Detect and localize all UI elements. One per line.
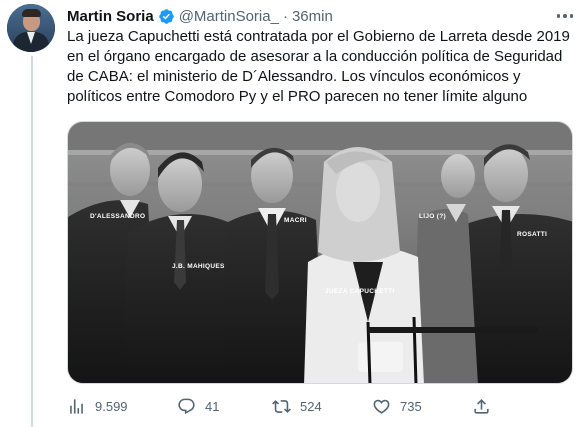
views-icon (70, 399, 83, 414)
tweet-time[interactable]: 36min (292, 8, 333, 25)
more-icon[interactable] (552, 8, 578, 24)
author-handle[interactable]: @MartinSoria_ (179, 8, 279, 25)
tweet-header: Martin Soria @MartinSoria_ · 36min (67, 6, 333, 26)
tweet-card[interactable]: Martin Soria @MartinSoria_ · 36min La ju… (0, 0, 588, 427)
reply-button[interactable]: 41 (177, 397, 219, 416)
label-rosatti: ROSATTI (517, 231, 547, 238)
retweet-button[interactable]: 524 (272, 397, 322, 416)
author-name[interactable]: Martin Soria (67, 8, 154, 25)
retweets-count: 524 (300, 399, 322, 414)
heart-icon (373, 399, 390, 414)
reply-icon (178, 398, 195, 415)
tweet-image[interactable]: D'ALESSANDRO J.B. MAHIQUES MACRI JUEZA C… (67, 121, 573, 384)
tweet-text: La jueza Capuchetti está contratada por … (67, 28, 570, 105)
like-button[interactable]: 735 (372, 397, 422, 416)
thread-line (31, 56, 33, 427)
label-dalessandro: D'ALESSANDRO (90, 213, 145, 220)
views-button[interactable]: 9.599 (67, 397, 128, 416)
separator-dot: · (282, 7, 288, 25)
views-count: 9.599 (95, 399, 128, 414)
likes-count: 735 (400, 399, 422, 414)
share-button[interactable] (472, 397, 491, 416)
tweet-actions: 9.599 41 524 735 (67, 397, 573, 419)
label-lijo: LIJO (?) (419, 213, 446, 220)
label-macri: MACRI (284, 217, 307, 224)
retweet-icon (272, 400, 291, 413)
verified-badge-icon (158, 8, 174, 24)
label-mahiques: J.B. MAHIQUES (172, 263, 225, 270)
avatar[interactable] (7, 4, 55, 52)
share-icon (474, 399, 489, 414)
label-capuchetti: JUEZA CAPUCHETTI (325, 288, 395, 295)
replies-count: 41 (205, 399, 220, 414)
